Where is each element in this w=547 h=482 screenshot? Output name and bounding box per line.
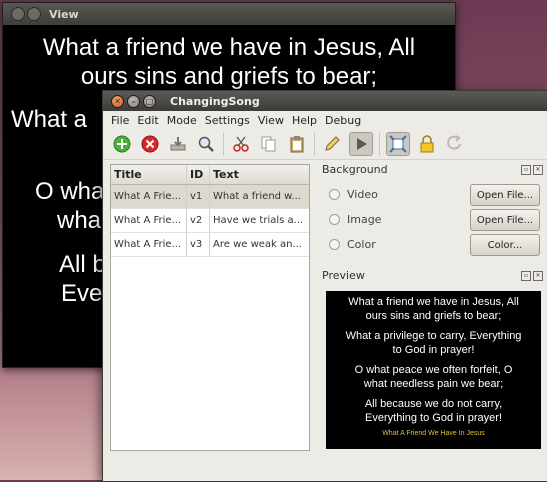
float-icon[interactable]: ▫: [521, 165, 531, 175]
preview-line-4: to God in prayer!: [392, 344, 475, 356]
cut-icon[interactable]: [230, 133, 252, 155]
panel-close-icon[interactable]: ✕: [533, 271, 543, 281]
preview-panel-controls: ▫ ✕: [521, 271, 543, 281]
image-radio[interactable]: [329, 214, 340, 225]
paste-icon[interactable]: [286, 133, 308, 155]
cell-id: v3: [187, 233, 210, 256]
maximize-icon[interactable]: □: [143, 94, 156, 108]
preview-panel-label: Preview: [322, 269, 365, 282]
menu-edit[interactable]: Edit: [137, 114, 158, 127]
toolbar-separator: [314, 133, 315, 155]
cell-text: What a friend w...: [213, 191, 301, 202]
preview-line-1: What a friend we have in Jesus, All: [348, 296, 519, 308]
main-window: ✕ – □ ChangingSong File Edit Mode Settin…: [102, 90, 547, 482]
preview-line-3: What a privilege to carry, Everything: [345, 330, 522, 342]
close-icon[interactable]: ✕: [111, 94, 124, 108]
video-radio-label: Video: [347, 188, 378, 201]
menubar: File Edit Mode Settings View Help Debug: [103, 111, 547, 129]
preview-line-7: All because we do not carry,: [364, 398, 503, 410]
verse-table[interactable]: Title ID Text What A Frie... v1 What a f…: [110, 164, 310, 451]
toolbar-separator: [223, 133, 224, 155]
color-radio[interactable]: [329, 239, 340, 250]
minimize-icon[interactable]: –: [127, 94, 140, 108]
toolbar: [103, 129, 547, 160]
table-row[interactable]: What A Frie... v3 Are we weak an...: [111, 233, 309, 257]
open-image-file-button[interactable]: Open File...: [470, 209, 540, 231]
preview-display: What a friend we have in Jesus, All ours…: [326, 291, 541, 449]
search-icon[interactable]: [195, 133, 217, 155]
view-titlebar: View: [3, 3, 455, 25]
radio-color-row[interactable]: Color: [329, 238, 376, 251]
preview-line-6: what needless pain we bear;: [363, 378, 504, 390]
cell-text: Have we trials a...: [213, 215, 304, 226]
preview-line-8: Everything to God in prayer!: [365, 412, 502, 424]
preview-song-title: What A Friend We Have In Jesus: [382, 430, 485, 437]
color-button[interactable]: Color...: [470, 234, 540, 256]
lock-icon[interactable]: [416, 133, 438, 155]
color-radio-label: Color: [347, 238, 376, 251]
open-video-file-button[interactable]: Open File...: [470, 184, 540, 206]
view-window-title: View: [49, 7, 79, 21]
table-header: Title ID Text: [111, 165, 309, 185]
add-icon[interactable]: [111, 133, 133, 155]
view-minimize-icon[interactable]: [27, 7, 41, 21]
copy-icon[interactable]: [258, 133, 280, 155]
menu-file[interactable]: File: [111, 114, 129, 127]
preview-line-2: ours sins and griefs to bear;: [365, 310, 502, 322]
edit-icon[interactable]: [321, 133, 343, 155]
view-line-1: What a friend we have in Jesus, All: [42, 34, 416, 61]
column-header-id[interactable]: ID: [187, 165, 210, 184]
menu-help[interactable]: Help: [292, 114, 317, 127]
menu-view[interactable]: View: [258, 114, 284, 127]
background-panel-controls: ▫ ✕: [521, 165, 543, 175]
cell-text: Are we weak an...: [213, 239, 303, 250]
menu-mode[interactable]: Mode: [167, 114, 197, 127]
radio-video-row[interactable]: Video: [329, 188, 378, 201]
table-row[interactable]: What A Frie... v1 What a friend w...: [111, 185, 309, 209]
cell-id: v2: [187, 209, 210, 232]
main-titlebar: ✕ – □ ChangingSong: [103, 91, 547, 111]
remove-icon[interactable]: [139, 133, 161, 155]
view-line-2: ours sins and griefs to bear;: [80, 63, 378, 90]
column-header-text[interactable]: Text: [210, 165, 309, 184]
window-title: ChangingSong: [170, 94, 260, 108]
video-radio[interactable]: [329, 189, 340, 200]
image-radio-label: Image: [347, 213, 382, 226]
preview-line-5: O what peace we often forfeit, O: [354, 364, 513, 376]
cell-title: What A Frie...: [111, 209, 187, 232]
background-panel-label: Background: [322, 163, 388, 176]
toolbar-separator: [379, 133, 380, 155]
refresh-icon[interactable]: [444, 133, 466, 155]
radio-image-row[interactable]: Image: [329, 213, 381, 226]
menu-settings[interactable]: Settings: [205, 114, 250, 127]
import-icon[interactable]: [167, 133, 189, 155]
cell-title: What A Frie...: [111, 185, 187, 208]
panel-close-icon[interactable]: ✕: [533, 165, 543, 175]
view-close-icon[interactable]: [11, 7, 25, 21]
menu-debug[interactable]: Debug: [325, 114, 361, 127]
cell-id: v1: [187, 185, 210, 208]
column-header-title[interactable]: Title: [111, 165, 187, 184]
fullscreen-icon[interactable]: [386, 132, 410, 156]
cell-title: What A Frie...: [111, 233, 187, 256]
float-icon[interactable]: ▫: [521, 271, 531, 281]
play-icon[interactable]: [349, 132, 373, 156]
table-row[interactable]: What A Frie... v2 Have we trials a...: [111, 209, 309, 233]
